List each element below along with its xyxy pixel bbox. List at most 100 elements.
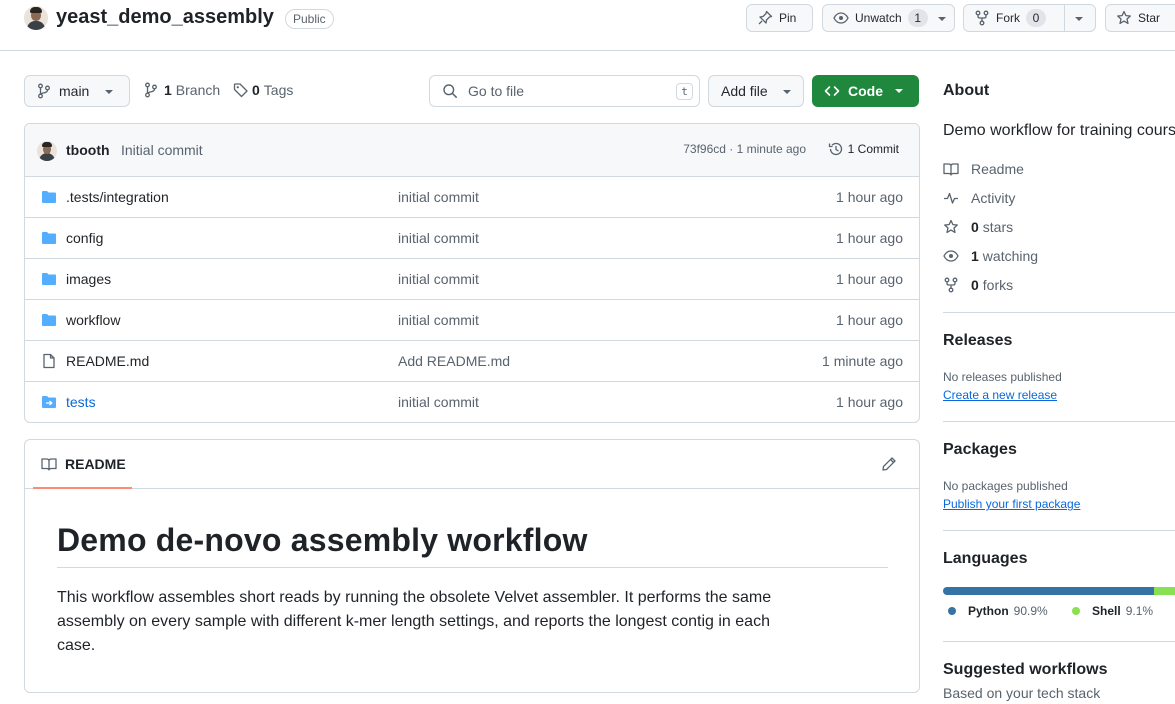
file-commit-time: 1 hour ago	[836, 230, 903, 246]
packages-heading[interactable]: Packages	[943, 441, 1017, 459]
eye-icon	[943, 248, 959, 264]
file-commit-message[interactable]: initial commit	[398, 271, 479, 287]
stars-link[interactable]: 0 stars	[943, 219, 1013, 235]
file-name[interactable]: tests	[66, 394, 96, 410]
repo-header: yeast_demo_assembly Public Pin Unwatch 1…	[0, 0, 1175, 51]
file-row[interactable]: .tests/integration initial commit 1 hour…	[25, 177, 919, 218]
pencil-icon[interactable]	[881, 456, 897, 472]
file-browser: tbooth Initial commit 73f96cd · 1 minute…	[24, 123, 920, 423]
sidebar-divider	[943, 530, 1175, 531]
author-avatar[interactable]	[37, 141, 57, 161]
star-button[interactable]: Star	[1105, 4, 1175, 32]
chevron-down-icon	[938, 17, 946, 21]
language-name: Shell	[1092, 604, 1121, 618]
star-icon	[1116, 10, 1132, 26]
tags-link[interactable]: 0 Tags	[233, 82, 293, 98]
file-name[interactable]: images	[66, 271, 111, 287]
code-button[interactable]: Code	[812, 75, 919, 107]
forks-link[interactable]: 0 forks	[943, 277, 1013, 293]
repo-name-link[interactable]: yeast_demo_assembly	[56, 6, 274, 29]
keyboard-shortcut-hint: t	[676, 83, 693, 100]
fork-icon	[943, 277, 959, 293]
language-percent: 9.1%	[1125, 604, 1154, 618]
branch-selector[interactable]: main	[24, 75, 130, 107]
branches-link[interactable]: 1 Branch	[144, 82, 220, 98]
owner-avatar[interactable]	[24, 6, 48, 30]
commit-message[interactable]: Initial commit	[121, 142, 203, 158]
language-percent: 90.9%	[1013, 604, 1048, 618]
chevron-down-icon[interactable]	[1075, 17, 1083, 21]
stars-count: 0	[971, 219, 979, 235]
history-icon	[828, 141, 844, 157]
file-name[interactable]: .tests/integration	[66, 189, 169, 205]
file-commit-message[interactable]: initial commit	[398, 230, 479, 246]
file-row[interactable]: tests initial commit 1 hour ago	[25, 382, 919, 422]
language-item-python[interactable]: Python 90.9%	[948, 604, 1048, 618]
releases-heading[interactable]: Releases	[943, 332, 1012, 350]
file-row[interactable]: workflow initial commit 1 hour ago	[25, 300, 919, 341]
commits-link[interactable]: 1 Commit	[828, 141, 899, 157]
submodule-folder-icon	[41, 394, 57, 410]
branch-icon	[37, 83, 51, 99]
readme-panel: README Demo de-novo assembly workflow Th…	[24, 439, 920, 693]
readme-title: Demo de-novo assembly workflow	[57, 522, 888, 568]
commit-author[interactable]: tbooth	[66, 142, 110, 158]
book-icon	[943, 161, 959, 177]
file-commit-time: 1 hour ago	[836, 312, 903, 328]
tag-count: 0	[252, 82, 260, 98]
readme-tab-label: README	[65, 455, 126, 472]
create-release-link[interactable]: Create a new release	[943, 388, 1057, 402]
folder-icon	[41, 230, 57, 246]
readme-paragraph: This workflow assembles short reads by r…	[57, 589, 772, 654]
tag-icon	[233, 82, 249, 98]
repo-description: Demo workflow for training course	[943, 122, 1175, 139]
branch-icon	[144, 82, 158, 98]
book-icon	[41, 456, 57, 472]
star-label: Star	[1138, 11, 1161, 25]
file-commit-message[interactable]: Add README.md	[398, 353, 510, 369]
search-icon	[442, 83, 458, 99]
watching-link[interactable]: 1 watching	[943, 248, 1038, 264]
commits-label: 1 Commit	[847, 142, 899, 156]
readme-link-label: Readme	[971, 161, 1024, 177]
file-commit-time: 1 hour ago	[836, 271, 903, 287]
unwatch-button[interactable]: Unwatch 1	[822, 4, 955, 32]
languages-heading: Languages	[943, 550, 1028, 567]
pin-button[interactable]: Pin	[746, 4, 813, 32]
file-row[interactable]: config initial commit 1 hour ago	[25, 218, 919, 259]
file-commit-time: 1 minute ago	[822, 353, 903, 369]
chevron-down-icon	[105, 90, 113, 94]
sidebar-divider	[943, 641, 1175, 642]
language-dot	[1072, 607, 1080, 615]
activity-link[interactable]: Activity	[943, 190, 1015, 206]
fork-button[interactable]: Fork 0	[963, 4, 1096, 32]
publish-package-link[interactable]: Publish your first package	[943, 497, 1080, 511]
commit-hash-time[interactable]: 73f96cd · 1 minute ago	[683, 142, 806, 156]
file-commit-message[interactable]: initial commit	[398, 189, 479, 205]
file-commit-message[interactable]: initial commit	[398, 312, 479, 328]
readme-link[interactable]: Readme	[943, 161, 1024, 177]
file-row[interactable]: images initial commit 1 hour ago	[25, 259, 919, 300]
file-name[interactable]: README.md	[66, 353, 149, 369]
language-bar-shell	[1153, 587, 1175, 595]
add-file-button[interactable]: Add file	[708, 75, 804, 107]
star-icon	[943, 219, 959, 235]
branch-count: 1	[164, 82, 172, 98]
file-name[interactable]: workflow	[66, 312, 120, 328]
packages-empty-text: No packages published	[943, 479, 1068, 493]
language-bar	[943, 587, 1175, 595]
readme-tab[interactable]: README	[33, 440, 132, 489]
go-to-file-input[interactable]: Go to file t	[429, 75, 700, 107]
folder-icon	[41, 271, 57, 287]
language-item-shell[interactable]: Shell 9.1%	[1072, 604, 1153, 618]
branch-name: main	[59, 83, 90, 99]
search-placeholder: Go to file	[468, 83, 525, 99]
chevron-down-icon	[783, 90, 791, 94]
suggested-workflows-heading: Suggested workflows	[943, 661, 1108, 678]
file-commit-message[interactable]: initial commit	[398, 394, 479, 410]
file-commit-time: 1 hour ago	[836, 394, 903, 410]
file-row[interactable]: README.md Add README.md 1 minute ago	[25, 341, 919, 382]
pin-icon	[757, 10, 773, 26]
file-name[interactable]: config	[66, 230, 103, 246]
unwatch-label: Unwatch	[855, 11, 902, 25]
